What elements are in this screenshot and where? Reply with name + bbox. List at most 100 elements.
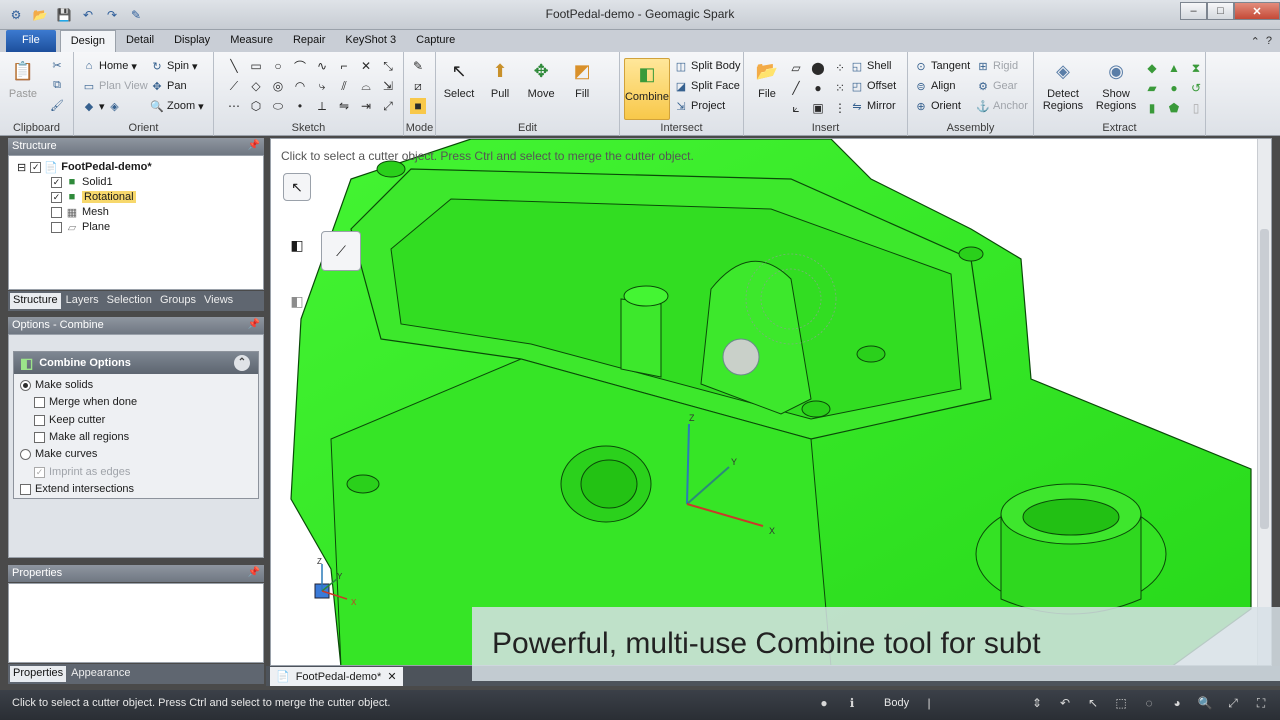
make-curves-radio[interactable] [20,448,31,460]
home-button[interactable]: ⌂ Home ▾ [82,56,148,76]
extract-box-icon[interactable]: ◆ [1144,60,1160,76]
axis-icon[interactable]: ╱ [788,80,804,96]
cylinder-icon[interactable]: ⬤ [810,60,826,76]
project-button[interactable]: ⇲ Project [674,96,741,116]
tab-design[interactable]: Design [59,30,116,52]
tab-selection[interactable]: Selection [104,293,155,309]
gear-button[interactable]: ⚙ Gear [976,76,1028,96]
corner-icon[interactable]: ⌐ [336,58,352,74]
ellipse-icon[interactable]: ⬭ [270,98,286,114]
solid1-checkbox[interactable]: ✓ [51,176,62,188]
status-record-icon[interactable]: ● [816,695,832,711]
tab-layers[interactable]: Layers [63,293,102,309]
select-target-tool-icon[interactable]: ◧ [283,231,311,259]
sphere-icon[interactable]: ● [810,80,826,96]
fill-button[interactable]: ◩ Fill [563,58,601,101]
tab-appearance[interactable]: Appearance [68,666,133,682]
pattern-icon[interactable]: ⁘ [832,60,848,76]
minimize-ribbon-icon[interactable]: ⌃ [1251,35,1260,48]
cutter-pin[interactable] [722,338,760,376]
close-tab-icon[interactable]: ✕ [387,670,396,683]
box-select-icon[interactable]: ⬚ [1113,695,1129,711]
scale-icon[interactable]: ⤢ [380,98,396,114]
imprint-as-edges-checkbox[interactable]: ✓ [34,466,45,478]
tab-file[interactable]: File [6,30,56,52]
tangent-button[interactable]: ⊙ Tangent [914,56,970,76]
make-solids-option[interactable]: Make solids [20,379,93,391]
spin-status-icon[interactable]: ⇕ [1029,695,1045,711]
complete-tool-icon[interactable]: ◧ [283,287,311,315]
options-pin-icon[interactable]: 📌 [248,319,260,330]
trim-icon[interactable]: ✕ [358,58,374,74]
anchor-button[interactable]: ⚓ Anchor [976,96,1028,116]
spline-icon[interactable]: ∿ [314,58,330,74]
plane-icon[interactable]: ▱ [788,60,804,76]
mesh-checkbox[interactable] [51,206,62,218]
construction-line-icon[interactable]: ⋯ [226,98,242,114]
circle-icon[interactable]: ○ [270,58,286,74]
merge-when-done-option[interactable]: Merge when done [34,396,137,408]
fillet-icon[interactable]: ⌓ [358,78,374,94]
cutter-tool-icon[interactable]: ⟋ [321,231,361,271]
array-icon[interactable]: ⋮ [832,100,848,116]
zoom-status-icon[interactable]: 🔍 [1197,695,1213,711]
tab-groups[interactable]: Groups [157,293,199,309]
keep-cutter-option[interactable]: Keep cutter [34,414,105,426]
maximize-button[interactable]: □ [1207,2,1234,20]
tree-item-plane[interactable]: ▱ Plane [51,220,110,234]
extend-intersections-checkbox[interactable] [20,483,31,495]
cut-icon[interactable]: ✂ [50,58,64,72]
paste-button[interactable]: 📋 Paste [4,58,42,101]
split-body-button[interactable]: ◫ Split Body [674,56,741,76]
line-icon[interactable]: ╲ [226,58,242,74]
tree-item-solid1[interactable]: ✓ ■ Solid1 [51,175,113,189]
make-all-regions-option[interactable]: Make all regions [34,431,129,443]
spin-button[interactable]: ↻ Spin ▾ [150,56,204,76]
make-curves-option[interactable]: Make curves [20,448,97,460]
3d-viewport[interactable]: Z Y X Z Y X Click to select a cutter obj… [270,138,1272,666]
merge-when-done-checkbox[interactable] [34,396,45,408]
section-mode-icon[interactable]: ⧄ [410,78,426,94]
grid-pattern-icon[interactable]: ⁙ [832,80,848,96]
selection-mode[interactable]: Body [884,697,909,709]
tab-views[interactable]: Views [201,293,236,309]
undo-status-icon[interactable]: ↶ [1057,695,1073,711]
tab-keyshot[interactable]: KeyShot 3 [335,30,406,52]
tab-measure[interactable]: Measure [220,30,283,52]
tab-properties[interactable]: Properties [10,666,67,682]
extend-icon[interactable]: ⇥ [358,98,374,114]
extract-cone-icon[interactable]: ▲ [1166,60,1182,76]
rotational-checkbox[interactable]: ✓ [51,191,62,203]
pan-button[interactable]: ✥ Pan [150,76,204,96]
offset-curve-icon[interactable]: ⫽ [336,78,352,94]
tab-repair[interactable]: Repair [283,30,335,52]
format-icon[interactable]: 🖌 [50,98,64,112]
tangent-line-icon[interactable]: ⟋ [226,78,242,94]
origin-icon[interactable]: ⟀ [788,100,804,116]
point-icon[interactable]: • [292,98,308,114]
copy-icon[interactable]: ⧉ [50,78,64,92]
polygon-icon[interactable]: ⬡ [248,98,264,114]
help-icon[interactable]: ? [1266,35,1272,48]
sweep-arc-icon[interactable]: ◠ [292,78,308,94]
extract-plane-icon[interactable]: ▰ [1144,80,1160,96]
extract-torus-icon[interactable]: ⧗ [1188,60,1204,76]
mirror-button[interactable]: ⇋ Mirror [850,96,896,116]
offset-button[interactable]: ◰ Offset [850,76,896,96]
sketch-mode-icon[interactable]: ✎ [410,58,426,74]
lasso-icon[interactable]: ◌ [1141,695,1157,711]
view-cube-button[interactable]: ◆ ▾ ◈ [82,96,148,116]
fullscreen-icon[interactable]: ⛶ [1253,695,1269,711]
model-post[interactable] [620,298,662,378]
plan-view-button[interactable]: ▭ Plan View [82,76,148,96]
plane-checkbox[interactable] [51,221,62,233]
rigid-button[interactable]: ⊞ Rigid [976,56,1028,76]
show-regions-button[interactable]: ◉ Show Regions [1091,58,1141,113]
properties-pin-icon[interactable]: 📌 [248,567,260,578]
extract-curve-icon[interactable]: ↺ [1188,80,1204,96]
tree-item-mesh[interactable]: ▦ Mesh [51,205,109,219]
pin-icon[interactable]: 📌 [248,140,260,151]
split-face-button[interactable]: ◪ Split Face [674,76,741,96]
keep-cutter-checkbox[interactable] [34,414,45,426]
imprint-as-edges-option[interactable]: ✓ Imprint as edges [34,466,130,478]
